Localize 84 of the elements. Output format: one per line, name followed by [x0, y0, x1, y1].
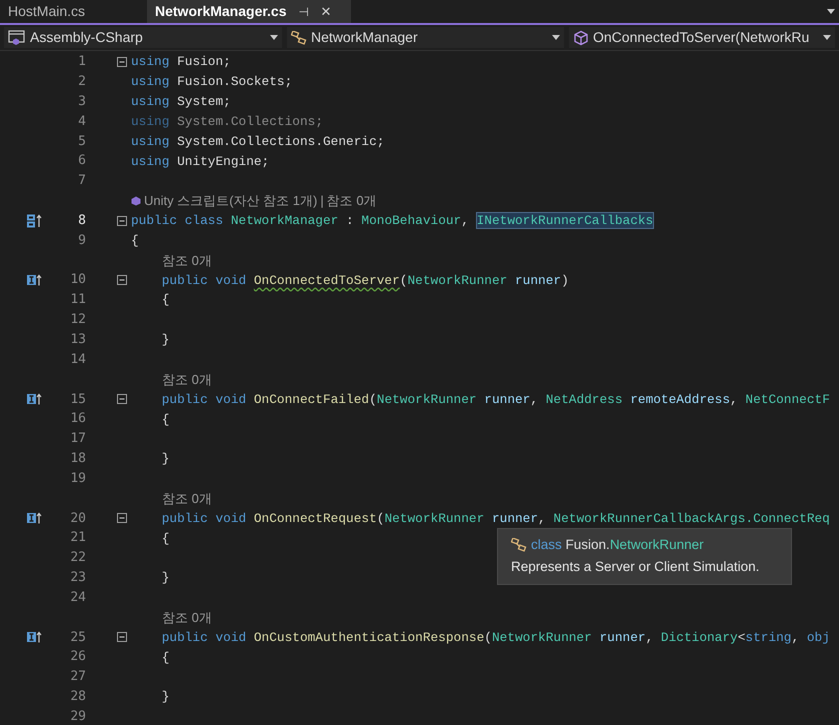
line-number: 29 [69, 708, 86, 725]
line-number: 6 [77, 152, 86, 170]
class-icon [511, 538, 527, 552]
code-line: using System; [131, 93, 231, 112]
code-line: { [160, 291, 170, 310]
line-number: 14 [69, 350, 86, 369]
navigation-dropdown[interactable]: NetworkManager [287, 27, 564, 48]
code-line: } [160, 331, 170, 350]
code-lens-link[interactable]: 참조 0개 [162, 488, 212, 508]
file-tab[interactable]: NetworkManager.cs ⊣ ✕ [147, 0, 351, 23]
code-lens-link[interactable]: 참조 0개 [162, 608, 212, 628]
code-line: } [160, 688, 170, 706]
line-number: 21 [69, 529, 86, 548]
line-number: 26 [69, 648, 86, 666]
line-number: 28 [69, 688, 86, 706]
line-number: 11 [69, 291, 86, 310]
navigation-dropdown[interactable]: OnConnectedToServer(NetworkRu [569, 27, 835, 48]
tooltip-signature: class Fusion.NetworkRunner [531, 536, 704, 554]
line-number: 19 [69, 470, 86, 488]
code-lens-link[interactable]: 참조 0개 [162, 250, 212, 270]
line-number: 2 [77, 73, 86, 92]
pin-button[interactable]: ⊣ [298, 2, 308, 20]
code-line: using Fusion; [131, 53, 231, 72]
implementation-icon [26, 512, 42, 524]
code-lens-link[interactable]: 참조 0개 [326, 191, 377, 211]
code-line: } [160, 450, 170, 468]
implementation-icon [26, 631, 42, 644]
line-number: 13 [69, 330, 86, 349]
caret-icon [552, 34, 560, 40]
close-button[interactable]: ✕ [320, 2, 332, 22]
line-number: 16 [69, 410, 86, 428]
collapse-icon[interactable] [117, 513, 127, 524]
line-number: 12 [69, 311, 86, 330]
line-number: 5 [77, 132, 86, 151]
class-icon [291, 30, 307, 44]
code-line: } [160, 569, 170, 588]
line-number: 1 [77, 53, 86, 72]
implementation-icon [26, 393, 42, 406]
tooltip-description: Represents a Server or Client Simulation. [511, 558, 760, 576]
collapse-icon[interactable] [117, 632, 127, 642]
code-line: public void OnConnectRequest(NetworkRunner runner, NetworkRunnerCallbackArgs.ConnectReq [160, 510, 830, 528]
code-line: { [131, 232, 139, 250]
line-number: 8 [77, 212, 86, 230]
collapse-icon[interactable] [117, 394, 127, 404]
code-line: using System.Collections.Generic; [131, 132, 384, 151]
line-number: 27 [69, 668, 86, 686]
line-number: 23 [69, 569, 86, 588]
code-line: public void OnCustomAuthenticationResponse(NetworkRunner runner, Dictionary<string, obj [160, 628, 830, 647]
file-tab[interactable]: HostMain.cs [0, 0, 147, 23]
line-number: 4 [77, 112, 86, 131]
project-icon [8, 30, 26, 46]
line-number: 9 [77, 232, 86, 250]
code-line: using System.Collections; [131, 112, 323, 131]
line-number: 17 [69, 430, 86, 448]
line-number: 15 [69, 390, 86, 409]
code-lens-link[interactable]: | [320, 191, 324, 211]
line-number: 10 [69, 271, 86, 290]
code-line: public class NetworkManager : MonoBehaviour, INetworkRunnerCallbacks [131, 212, 654, 230]
implementation-icon [26, 274, 42, 286]
code-lens-link[interactable]: 참조 0개 [162, 370, 212, 390]
code-lens-link[interactable]: Unity 스크립트(자산 참조 1개) [144, 191, 318, 211]
code-line: public void OnConnectFailed(NetworkRunner runner, NetAddress remoteAddress, NetConnectF [160, 390, 830, 409]
line-number: 20 [69, 510, 86, 528]
line-number: 18 [69, 450, 86, 468]
dropdown-caret-icon[interactable] [827, 8, 835, 14]
code-line: using UnityEngine; [131, 152, 270, 171]
cube-icon [573, 30, 589, 46]
code-line: using Fusion.Sockets; [131, 73, 292, 92]
line-number: 24 [69, 588, 86, 607]
collapse-icon[interactable] [117, 275, 127, 286]
navigation-dropdown[interactable]: Assembly-CSharp [4, 27, 282, 48]
line-number: 22 [69, 549, 86, 568]
caret-icon [823, 34, 831, 40]
line-number: 3 [77, 92, 86, 111]
code-line: { [160, 530, 170, 548]
collapse-icon[interactable] [117, 216, 127, 226]
code-line: public void OnConnectedToServer(NetworkRunner runner) [160, 272, 569, 290]
line-number: 25 [69, 628, 86, 647]
collapse-icon[interactable] [117, 56, 127, 67]
implementation-icon [26, 214, 42, 228]
line-number: 7 [77, 172, 86, 190]
code-line: { [160, 648, 170, 667]
caret-icon [270, 34, 278, 40]
code-line: { [160, 410, 170, 429]
